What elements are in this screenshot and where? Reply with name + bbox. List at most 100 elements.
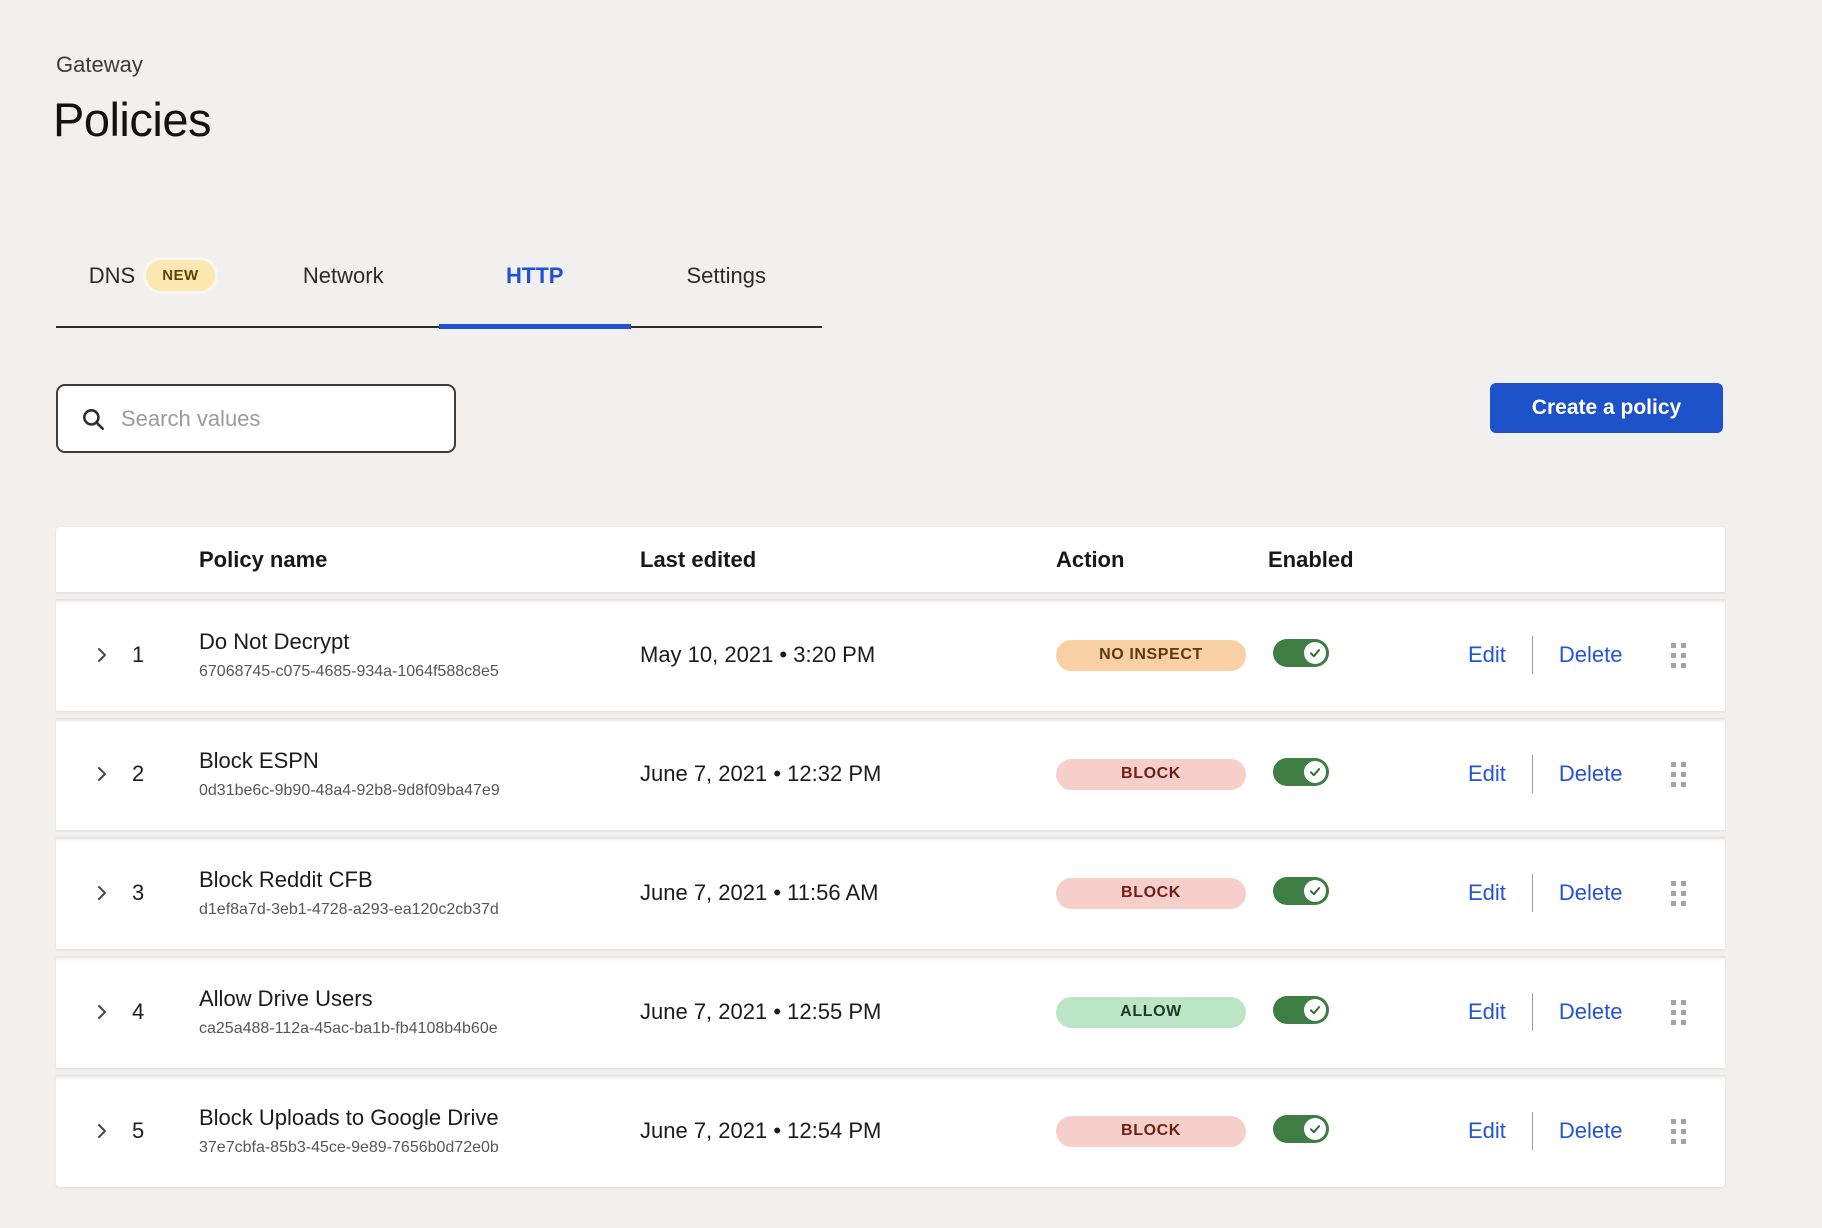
policy-name-cell: Allow Drive Users ca25a488-112a-45ac-ba1… (199, 986, 640, 1038)
expand-chevron-icon[interactable] (90, 1000, 126, 1024)
header-action: Action (1056, 547, 1268, 573)
policy-name: Do Not Decrypt (199, 629, 640, 655)
policy-name-cell: Block Uploads to Google Drive 37e7cbfa-8… (199, 1105, 640, 1157)
row-number: 1 (126, 642, 199, 668)
tab-dns[interactable]: DNS NEW (56, 260, 248, 326)
toggle-check-icon (1304, 642, 1326, 664)
enabled-cell (1268, 996, 1468, 1029)
edit-link[interactable]: Edit (1468, 761, 1506, 787)
table-header: Policy name Last edited Action Enabled (56, 527, 1725, 592)
search-icon (80, 406, 106, 432)
edit-link[interactable]: Edit (1468, 1118, 1506, 1144)
drag-handle-icon[interactable] (1671, 1000, 1695, 1025)
row-number: 2 (126, 761, 199, 787)
policy-name: Block Uploads to Google Drive (199, 1105, 640, 1131)
toggle-check-icon (1304, 880, 1326, 902)
tab-label: Settings (687, 262, 767, 289)
tab-label: Network (303, 262, 384, 289)
last-edited: June 7, 2021 • 12:32 PM (640, 761, 1056, 787)
table-row: 1 Do Not Decrypt 67068745-c075-4685-934a… (56, 599, 1725, 711)
action-badge: BLOCK (1056, 878, 1246, 909)
enabled-cell (1268, 639, 1468, 672)
delete-link[interactable]: Delete (1559, 999, 1623, 1025)
last-edited: June 7, 2021 • 12:55 PM (640, 999, 1056, 1025)
link-divider (1532, 636, 1533, 674)
policy-name-cell: Block ESPN 0d31be6c-9b90-48a4-92b8-9d8f0… (199, 748, 640, 800)
tab-network[interactable]: Network (248, 260, 440, 326)
policy-id: ca25a488-112a-45ac-ba1b-fb4108b4b60e (199, 1020, 640, 1038)
table-row: 4 Allow Drive Users ca25a488-112a-45ac-b… (56, 956, 1725, 1068)
expand-chevron-icon[interactable] (90, 762, 126, 786)
action-cell: BLOCK (1056, 759, 1268, 790)
table-row: 5 Block Uploads to Google Drive 37e7cbfa… (56, 1075, 1725, 1187)
policy-name: Block ESPN (199, 748, 640, 774)
delete-link[interactable]: Delete (1559, 880, 1623, 906)
table-row: 2 Block ESPN 0d31be6c-9b90-48a4-92b8-9d8… (56, 718, 1725, 830)
enabled-cell (1268, 1115, 1468, 1148)
enabled-toggle[interactable] (1273, 996, 1329, 1024)
drag-handle-icon[interactable] (1671, 881, 1695, 906)
last-edited: May 10, 2021 • 3:20 PM (640, 642, 1056, 668)
drag-handle-icon[interactable] (1671, 643, 1695, 668)
drag-handle-icon[interactable] (1671, 1119, 1695, 1144)
breadcrumb: Gateway (56, 52, 143, 78)
header-policy-name: Policy name (199, 547, 640, 573)
policy-id: 37e7cbfa-85b3-45ce-9e89-7656b0d72e0b (199, 1139, 640, 1157)
enabled-cell (1268, 758, 1468, 791)
row-number: 3 (126, 880, 199, 906)
gateway-policies-page: Gateway Policies DNS NEW Network HTTP Se… (0, 0, 1822, 1228)
enabled-toggle[interactable] (1273, 758, 1329, 786)
page-title: Policies (53, 92, 211, 147)
toggle-check-icon (1304, 999, 1326, 1021)
expand-chevron-icon[interactable] (90, 643, 126, 667)
row-links: Edit Delete (1468, 636, 1671, 674)
drag-handle-icon[interactable] (1671, 762, 1695, 787)
tab-bar: DNS NEW Network HTTP Settings (56, 260, 822, 328)
row-links: Edit Delete (1468, 755, 1671, 793)
last-edited: June 7, 2021 • 12:54 PM (640, 1118, 1056, 1144)
link-divider (1532, 874, 1533, 912)
tab-label: DNS (89, 262, 135, 289)
edit-link[interactable]: Edit (1468, 642, 1506, 668)
action-badge: BLOCK (1056, 1116, 1246, 1147)
policies-table: Policy name Last edited Action Enabled 1… (56, 527, 1725, 1187)
action-badge: NO INSPECT (1056, 640, 1246, 671)
tab-http[interactable]: HTTP (439, 260, 631, 326)
enabled-toggle[interactable] (1273, 639, 1329, 667)
policy-name: Block Reddit CFB (199, 867, 640, 893)
delete-link[interactable]: Delete (1559, 642, 1623, 668)
table-row: 3 Block Reddit CFB d1ef8a7d-3eb1-4728-a2… (56, 837, 1725, 949)
tab-label: HTTP (506, 262, 563, 289)
edit-link[interactable]: Edit (1468, 999, 1506, 1025)
policy-id: 0d31be6c-9b90-48a4-92b8-9d8f09ba47e9 (199, 782, 640, 800)
link-divider (1532, 1112, 1533, 1150)
policy-name: Allow Drive Users (199, 986, 640, 1012)
row-links: Edit Delete (1468, 993, 1671, 1031)
enabled-cell (1268, 877, 1468, 910)
delete-link[interactable]: Delete (1559, 761, 1623, 787)
create-policy-button[interactable]: Create a policy (1490, 383, 1723, 433)
delete-link[interactable]: Delete (1559, 1118, 1623, 1144)
search-input[interactable] (121, 406, 421, 432)
row-number: 5 (126, 1118, 199, 1144)
expand-chevron-icon[interactable] (90, 1119, 126, 1143)
enabled-toggle[interactable] (1273, 877, 1329, 905)
action-cell: ALLOW (1056, 997, 1268, 1028)
last-edited: June 7, 2021 • 11:56 AM (640, 880, 1056, 906)
policy-name-cell: Block Reddit CFB d1ef8a7d-3eb1-4728-a293… (199, 867, 640, 919)
expand-chevron-icon[interactable] (90, 881, 126, 905)
header-last-edited: Last edited (640, 547, 1056, 573)
policy-name-cell: Do Not Decrypt 67068745-c075-4685-934a-1… (199, 629, 640, 681)
action-cell: BLOCK (1056, 1116, 1268, 1147)
action-cell: NO INSPECT (1056, 640, 1268, 671)
toggle-check-icon (1304, 1118, 1326, 1140)
action-badge: BLOCK (1056, 759, 1246, 790)
action-cell: BLOCK (1056, 878, 1268, 909)
tab-settings[interactable]: Settings (631, 260, 823, 326)
action-badge: ALLOW (1056, 997, 1246, 1028)
enabled-toggle[interactable] (1273, 1115, 1329, 1143)
header-enabled: Enabled (1268, 547, 1468, 573)
new-badge: NEW (146, 260, 215, 291)
row-links: Edit Delete (1468, 1112, 1671, 1150)
edit-link[interactable]: Edit (1468, 880, 1506, 906)
